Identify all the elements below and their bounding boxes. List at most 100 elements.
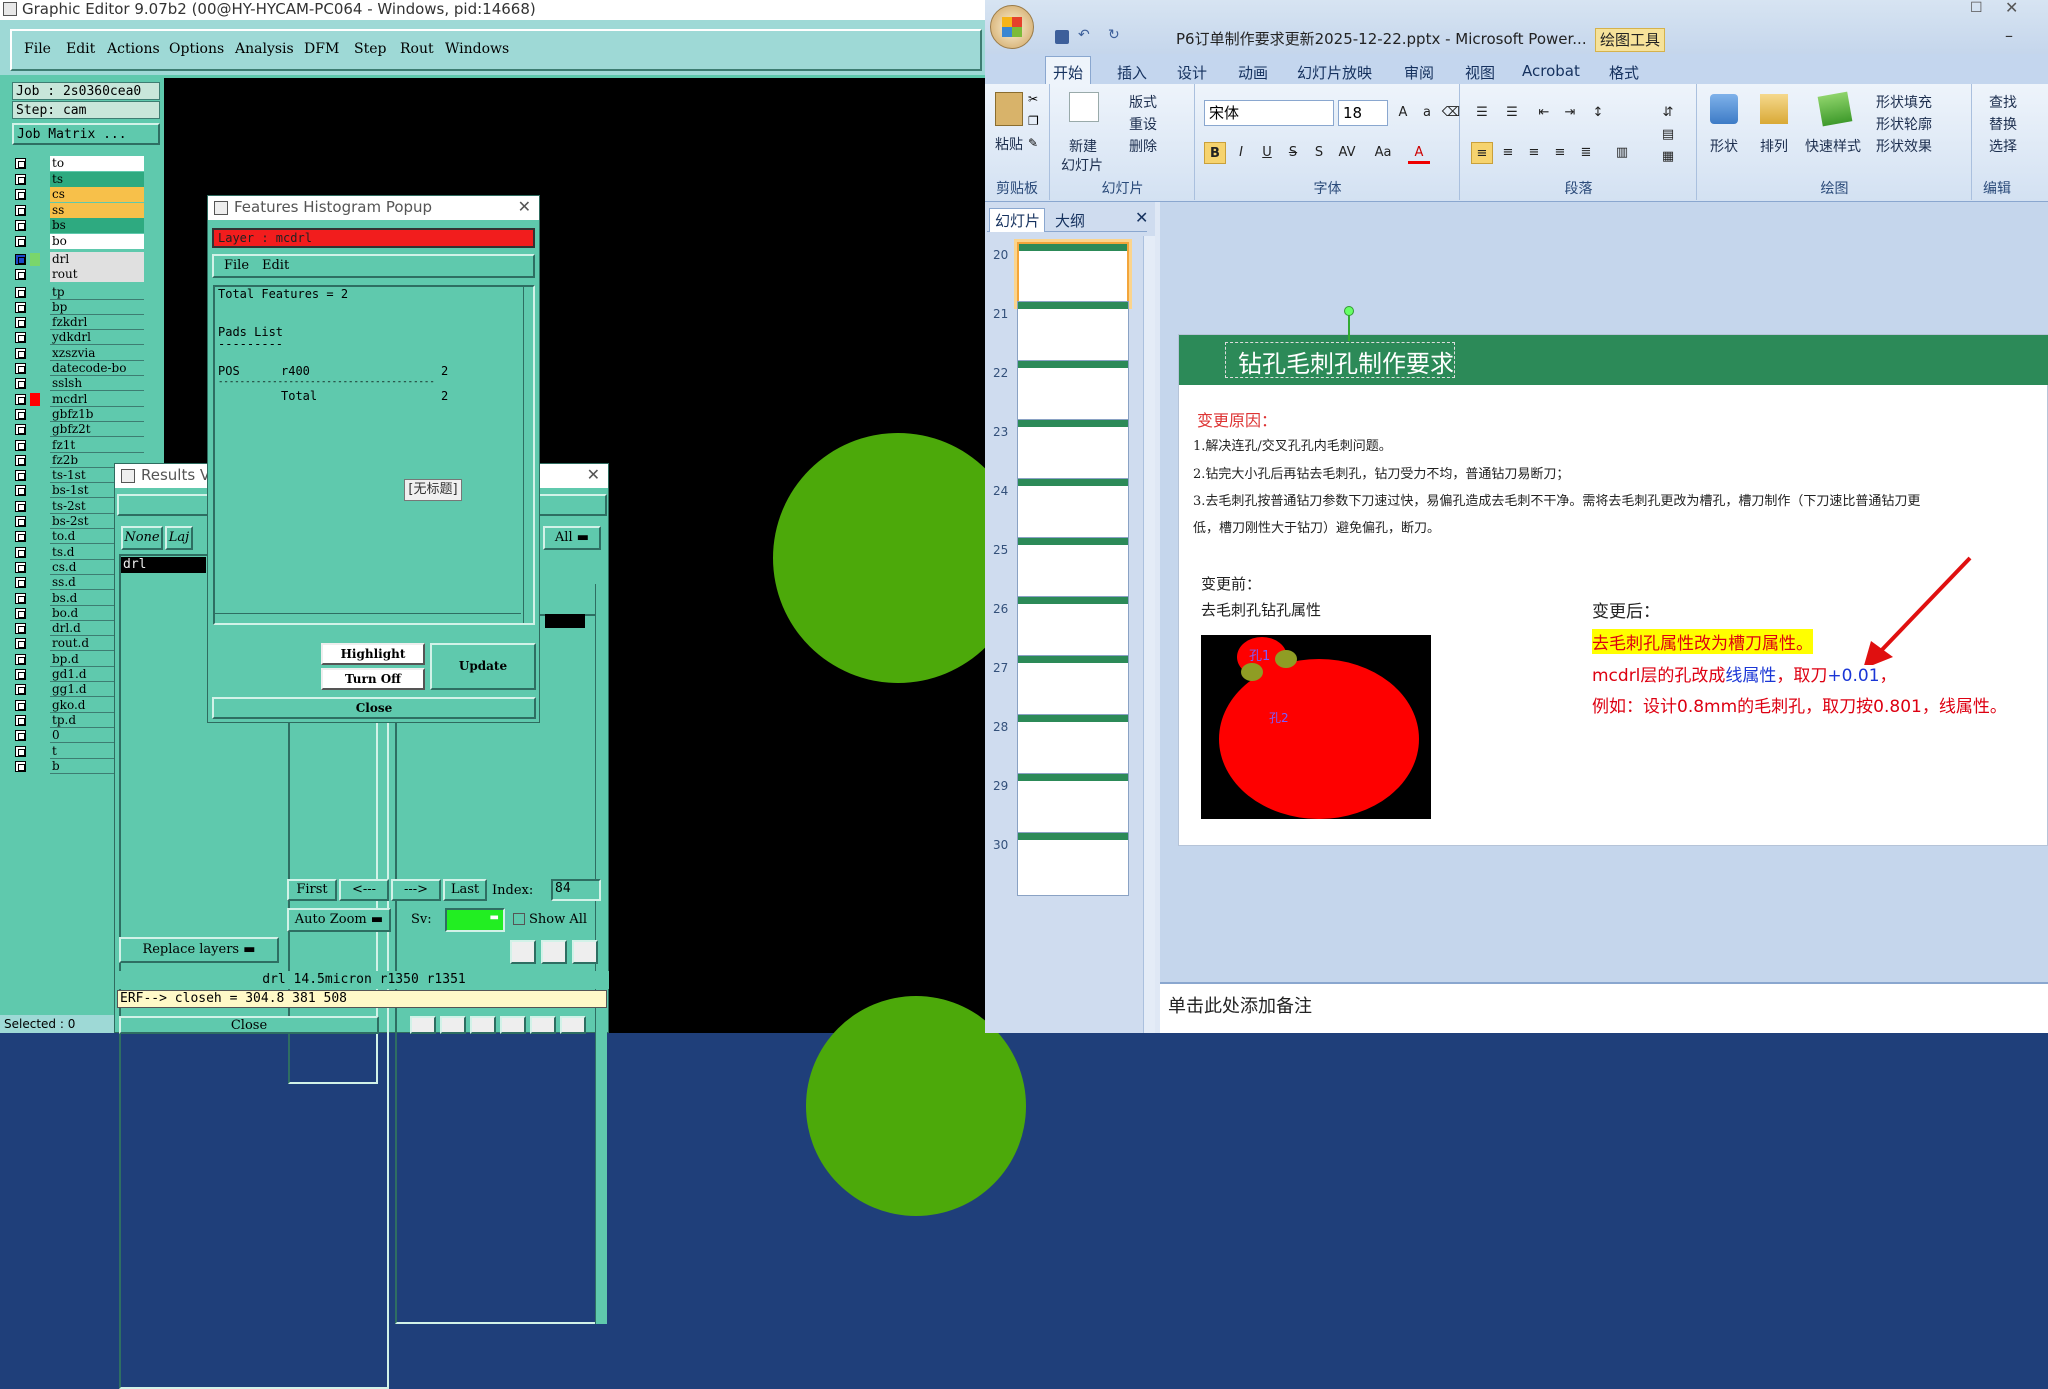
- highlight-button[interactable]: Highlight: [321, 643, 425, 665]
- layer-checkbox[interactable]: [15, 470, 26, 482]
- layer-checkbox[interactable]: [15, 561, 26, 573]
- new-slide-label[interactable]: 新建: [1069, 136, 1097, 156]
- rep-icon[interactable]: [541, 940, 567, 964]
- layer-row-datecode-bo[interactable]: datecode-bo: [12, 361, 160, 376]
- layer-checkbox[interactable]: [15, 577, 26, 589]
- layout-button[interactable]: 版式: [1129, 92, 1157, 112]
- show-all-checkbox[interactable]: [513, 913, 525, 925]
- vertical-scrollbar[interactable]: [523, 287, 535, 623]
- toolbar-icon[interactable]: [530, 1016, 556, 1034]
- char-spacing-icon[interactable]: AV: [1336, 142, 1358, 164]
- sv-color-dropdown[interactable]: ▬: [445, 908, 505, 932]
- job-matrix-button[interactable]: Job Matrix ...: [12, 123, 160, 145]
- tab-slides[interactable]: 幻灯片: [995, 210, 1040, 231]
- layer-checkbox[interactable]: [15, 592, 26, 604]
- layer-checkbox[interactable]: [15, 424, 26, 436]
- toolbar-icon[interactable]: [410, 1016, 436, 1034]
- arrange-icon[interactable]: [1760, 94, 1788, 124]
- layer-checkbox[interactable]: [15, 393, 26, 405]
- underline-icon[interactable]: U: [1256, 142, 1278, 164]
- layer-checkbox[interactable]: [15, 347, 26, 359]
- layer-checkbox[interactable]: [15, 408, 26, 420]
- results-close-button[interactable]: Close: [119, 1016, 379, 1034]
- grow-font-icon[interactable]: A: [1392, 102, 1414, 124]
- hist-menu-file[interactable]: File: [224, 258, 249, 273]
- menu-analysis[interactable]: Analysis: [235, 41, 294, 57]
- line-spacing-icon[interactable]: ↕: [1587, 102, 1609, 124]
- layer-checkbox[interactable]: [15, 204, 26, 216]
- menu-dfm[interactable]: DFM: [304, 41, 339, 57]
- office-button[interactable]: [990, 5, 1034, 49]
- slide-thumbnail[interactable]: [1017, 242, 1129, 306]
- panel-scrollbar[interactable]: [1143, 236, 1155, 1033]
- delete-button[interactable]: 删除: [1129, 136, 1157, 156]
- layer-checkbox[interactable]: [15, 699, 26, 711]
- new-slide-label2[interactable]: 幻灯片: [1061, 155, 1103, 175]
- strikethrough-icon[interactable]: S: [1282, 142, 1304, 164]
- last-button[interactable]: Last: [443, 879, 487, 901]
- align-text-icon[interactable]: ▤: [1657, 124, 1679, 146]
- distribute-icon[interactable]: ≣: [1575, 142, 1597, 164]
- layer-checkbox[interactable]: [15, 531, 26, 543]
- italic-icon[interactable]: I: [1230, 142, 1252, 164]
- font-size-box[interactable]: 18: [1338, 100, 1388, 126]
- layer-checkbox[interactable]: [15, 669, 26, 680]
- shape-outline-button[interactable]: 形状轮廓: [1876, 114, 1932, 134]
- layer-checkbox[interactable]: [15, 269, 26, 281]
- font-color-icon[interactable]: A: [1408, 142, 1430, 164]
- layer-row-rout[interactable]: rout: [12, 267, 160, 283]
- restore-icon[interactable]: ☐: [1970, 0, 1983, 16]
- menu-rout[interactable]: Rout: [400, 41, 434, 57]
- all-dropdown[interactable]: All ▬: [543, 526, 601, 550]
- bullets-icon[interactable]: ☰: [1471, 102, 1493, 124]
- layer-button[interactable]: Laj: [165, 526, 193, 550]
- align-center-icon[interactable]: ≡: [1497, 142, 1519, 164]
- format-painter-icon[interactable]: ✎: [1028, 136, 1038, 150]
- title-placeholder[interactable]: 钻孔毛刺孔制作要求: [1225, 342, 1455, 378]
- shapes-icon[interactable]: [1710, 94, 1738, 124]
- layer-checkbox[interactable]: [15, 546, 26, 558]
- increase-indent-icon[interactable]: ⇥: [1559, 102, 1581, 124]
- toolbar-icon[interactable]: [440, 1016, 466, 1034]
- smartart-icon[interactable]: ▦: [1657, 146, 1679, 168]
- find-button[interactable]: 查找: [1989, 92, 2017, 112]
- tab-insert[interactable]: 插入: [1117, 62, 1147, 83]
- horizontal-scrollbar[interactable]: [215, 613, 521, 623]
- layer-row-bp[interactable]: bp: [12, 299, 160, 315]
- layer-row-cs[interactable]: cs: [12, 187, 160, 203]
- justify-icon[interactable]: ≡: [1549, 142, 1571, 164]
- undo-icon[interactable]: ↶: [1078, 27, 1090, 43]
- slide-thumbnail[interactable]: [1017, 832, 1129, 896]
- menu-step[interactable]: Step: [354, 41, 386, 57]
- layer-row-ts[interactable]: ts: [12, 171, 160, 187]
- clear-format-icon[interactable]: ⌫: [1440, 102, 1462, 124]
- shape-fill-button[interactable]: 形状填充: [1876, 92, 1932, 112]
- toolbar-icon[interactable]: [470, 1016, 496, 1034]
- slide-thumbnail[interactable]: [1017, 537, 1129, 601]
- layer-checkbox[interactable]: [15, 363, 26, 374]
- layer-row-fz1t[interactable]: fz1t: [12, 437, 160, 453]
- layer-row-fzkdrl[interactable]: fzkdrl: [12, 315, 160, 331]
- del-icon[interactable]: [510, 940, 536, 964]
- layer-checkbox[interactable]: [15, 286, 26, 298]
- select-button[interactable]: 选择: [1989, 136, 2017, 156]
- layer-row-gbfz2t[interactable]: gbfz2t: [12, 422, 160, 438]
- layer-checkbox[interactable]: [15, 745, 26, 757]
- layer-row-to[interactable]: to: [12, 156, 160, 171]
- arrange-label[interactable]: 排列: [1760, 136, 1788, 156]
- cut-icon[interactable]: ✂: [1028, 92, 1038, 106]
- tab-view[interactable]: 视图: [1465, 62, 1495, 83]
- turn-off-button[interactable]: Turn Off: [321, 668, 425, 690]
- slide-thumbnail[interactable]: [1017, 301, 1129, 365]
- replace-button[interactable]: 替换: [1989, 114, 2017, 134]
- font-name-box[interactable]: 宋体: [1204, 100, 1334, 126]
- layer-row-sslsh[interactable]: sslsh: [12, 376, 160, 392]
- tab-review[interactable]: 审阅: [1404, 62, 1434, 83]
- layer-checkbox[interactable]: [15, 158, 26, 169]
- layer-row-tp[interactable]: tp: [12, 284, 160, 300]
- layer-checkbox[interactable]: [15, 332, 26, 344]
- text-direction-icon[interactable]: ⇵: [1657, 102, 1679, 124]
- menu-edit[interactable]: Edit: [66, 41, 95, 57]
- quick-styles-label[interactable]: 快速样式: [1805, 136, 1861, 156]
- layer-checkbox[interactable]: [15, 714, 26, 726]
